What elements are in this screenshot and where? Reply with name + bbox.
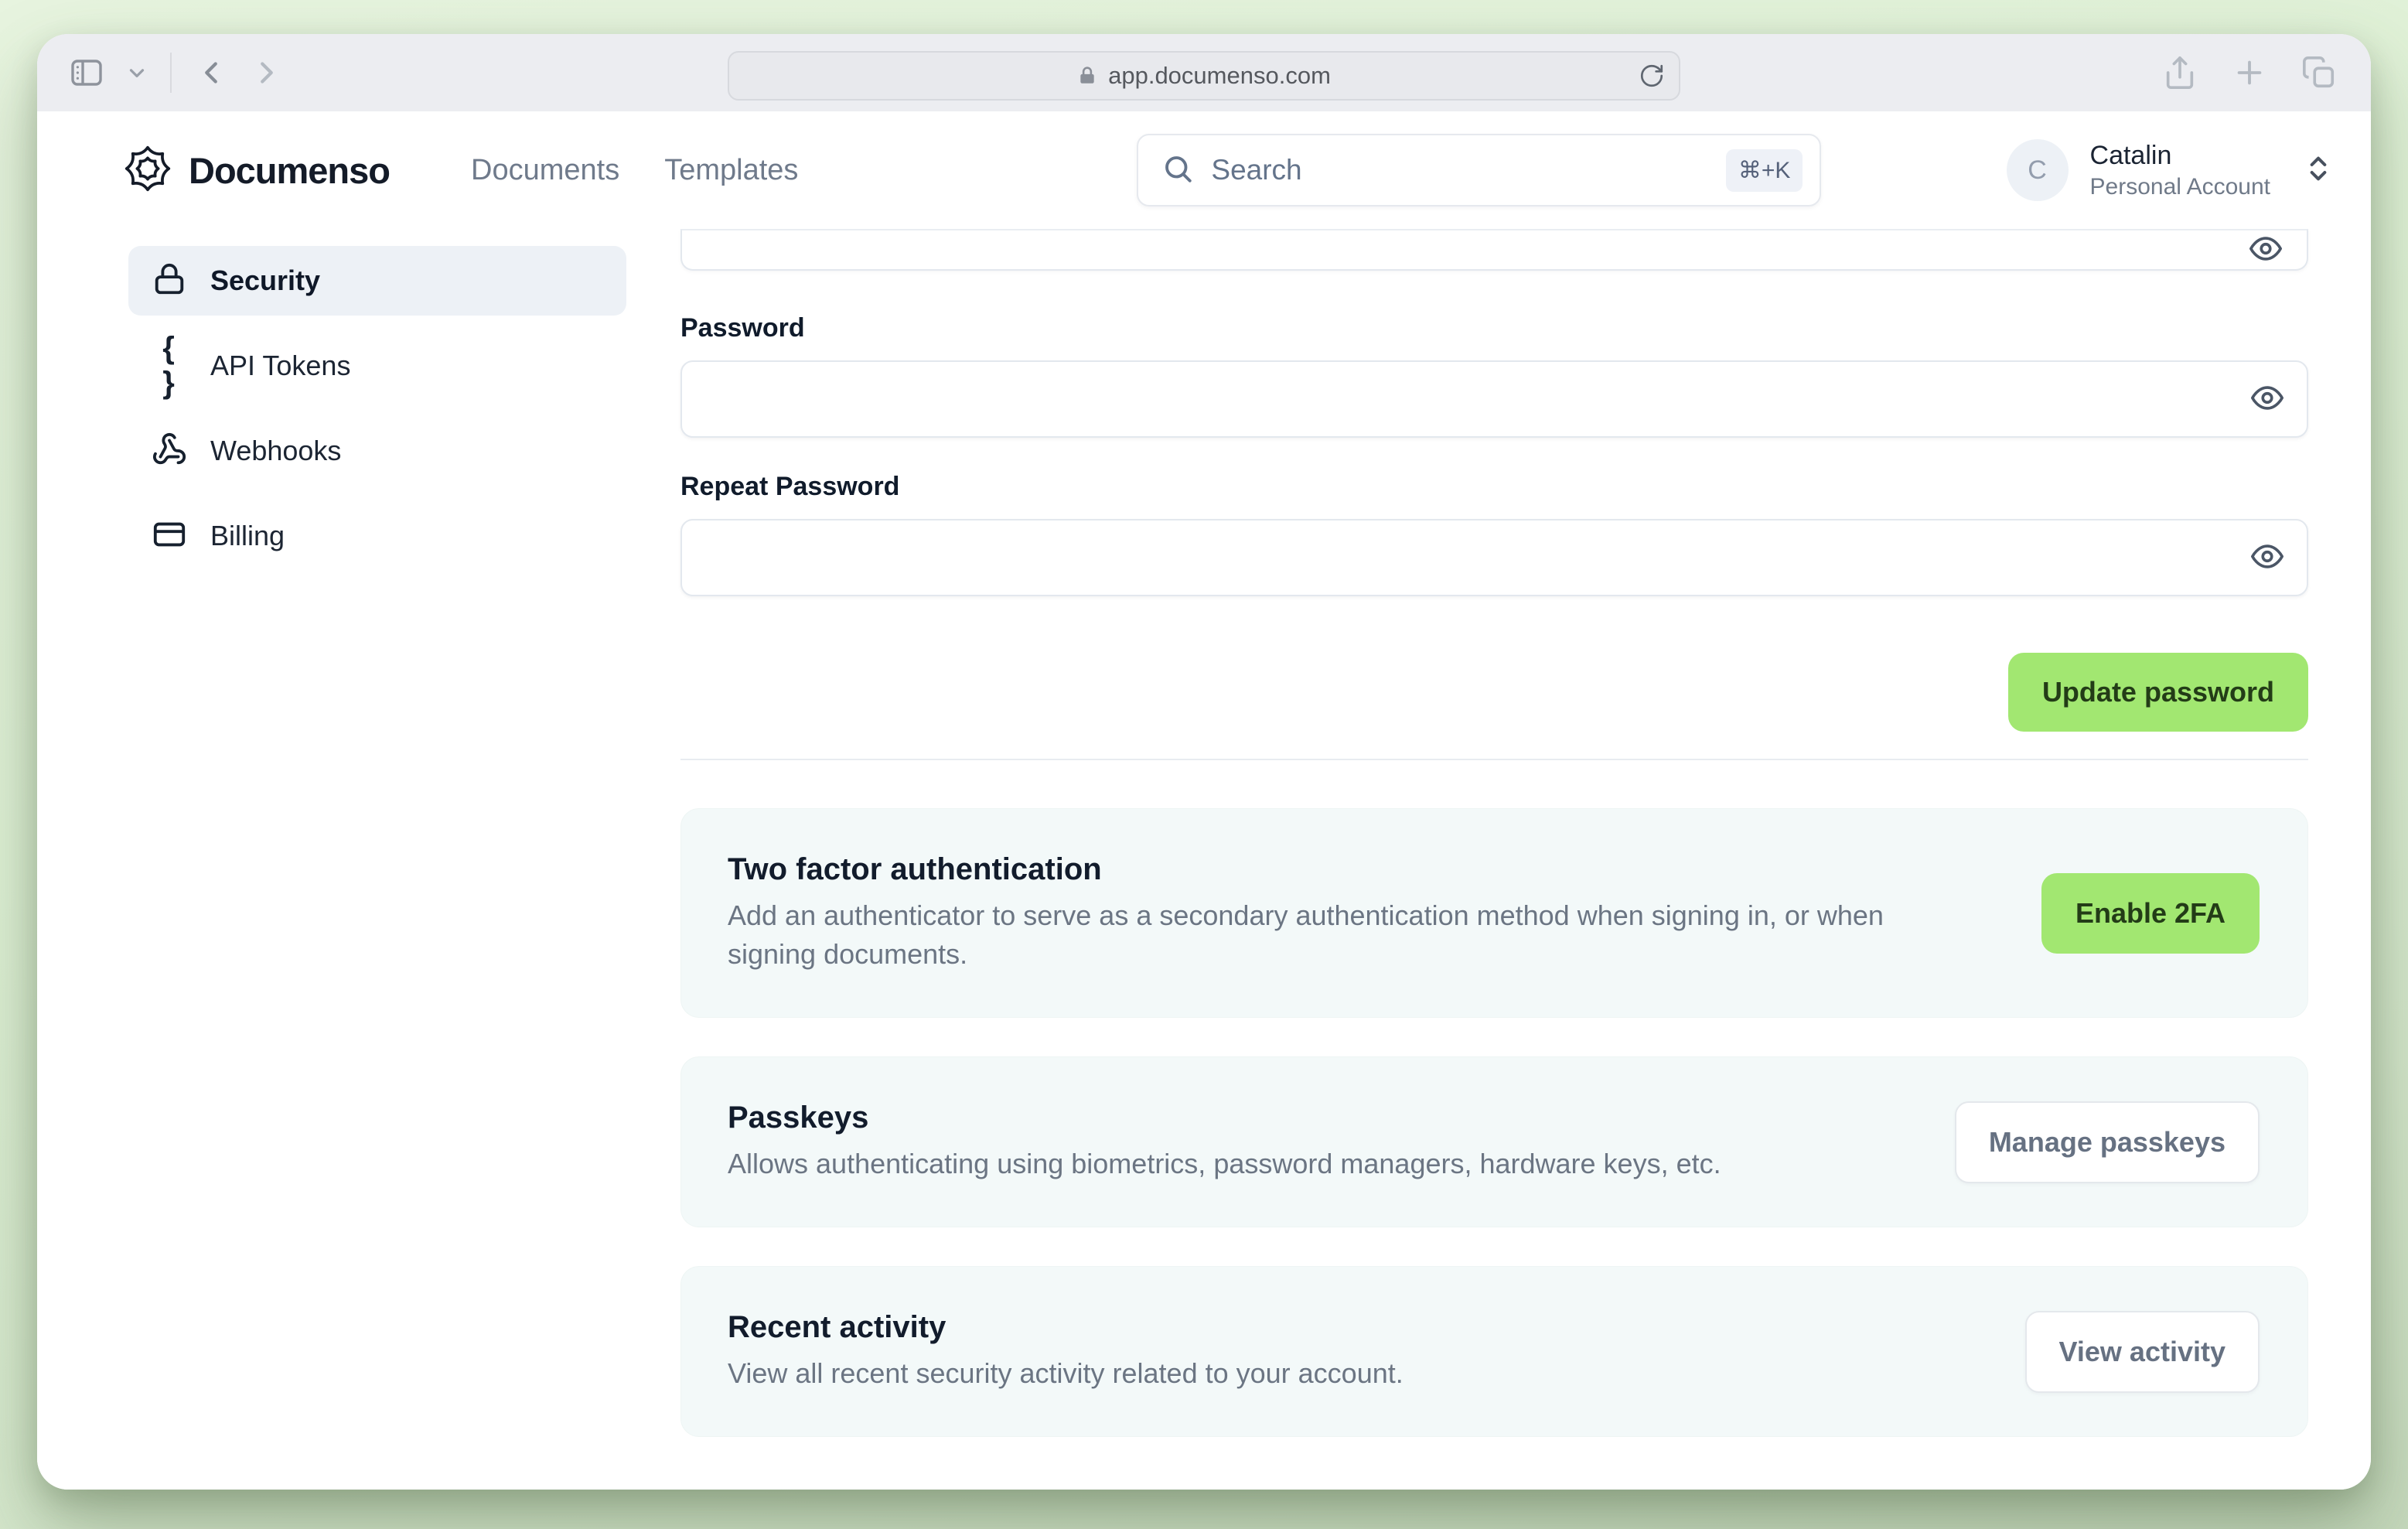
chevron-down-icon <box>125 61 148 84</box>
recent-activity-description: View all recent security activity relate… <box>728 1357 1404 1389</box>
share-button[interactable] <box>2162 55 2198 90</box>
browser-window: app.documenso.com Documenso Documents Te… <box>37 34 2371 1490</box>
browser-toolbar: app.documenso.com <box>37 34 2371 111</box>
tabs-icon <box>2301 55 2337 90</box>
panel-left-icon <box>68 54 105 91</box>
sidebar-item-api-tokens[interactable]: { } API Tokens <box>128 331 626 401</box>
search-placeholder: Search <box>1211 154 1302 186</box>
password-form-actions: Update password <box>680 653 2308 732</box>
braces-icon: { } <box>162 331 176 400</box>
two-factor-title: Two factor authentication <box>728 852 1102 886</box>
manage-passkeys-button[interactable]: Manage passkeys <box>1954 1101 2260 1183</box>
documenso-logo[interactable]: Documenso <box>124 145 391 196</box>
share-icon <box>2162 55 2198 90</box>
recent-activity-title: Recent activity <box>728 1310 946 1344</box>
search-shortcut-badge: ⌘+K <box>1725 148 1803 192</box>
sidebar-item-billing[interactable]: Billing <box>128 501 626 571</box>
webhook-icon <box>152 432 187 471</box>
sidebar-label-api-tokens: API Tokens <box>210 350 351 381</box>
search-icon <box>1161 152 1194 189</box>
eye-icon <box>2248 231 2284 269</box>
repeat-password-input[interactable] <box>680 519 2308 596</box>
tab-overview-button[interactable] <box>2301 55 2337 90</box>
account-name: Catalin <box>2089 140 2172 170</box>
sidebar-label-security: Security <box>210 265 321 296</box>
toggle-visibility-button[interactable] <box>2249 381 2285 418</box>
padlock-icon <box>1077 66 1097 86</box>
primary-nav: Documents Templates <box>471 154 798 187</box>
eye-icon <box>2249 381 2285 418</box>
sidebar-label-webhooks: Webhooks <box>210 435 342 466</box>
nav-templates[interactable]: Templates <box>664 154 798 187</box>
logo-wordmark: Documenso <box>189 149 391 191</box>
password-input[interactable] <box>680 360 2308 438</box>
toolbar-dropdown-button[interactable] <box>125 61 148 84</box>
new-tab-button[interactable] <box>2232 55 2267 90</box>
toolbar-divider <box>170 53 172 93</box>
two-factor-description: Add an authenticator to serve as a secon… <box>728 899 1884 970</box>
current-password-field-partial[interactable] <box>680 229 2308 271</box>
app-header: Documenso Documents Templates Search ⌘+K <box>37 111 2371 229</box>
passkeys-card: Passkeys Allows authenticating using bio… <box>680 1056 2308 1227</box>
account-type: Personal Account <box>2089 173 2270 200</box>
password-label: Password <box>680 313 805 343</box>
chevron-right-icon <box>249 55 285 90</box>
passkeys-description: Allows authenticating using biometrics, … <box>728 1148 1721 1179</box>
reload-icon <box>1639 63 1665 89</box>
settings-sidebar: Security { } API Tokens Webhooks Billing <box>128 229 626 1490</box>
nav-documents[interactable]: Documents <box>471 154 619 187</box>
sidebar-item-security[interactable]: Security <box>128 246 626 316</box>
toggle-visibility-button[interactable] <box>2248 231 2284 269</box>
passkeys-title: Passkeys <box>728 1101 869 1135</box>
sidebar-toggle-button[interactable] <box>68 54 105 91</box>
back-button[interactable] <box>193 55 229 90</box>
search-input[interactable]: Search ⌘+K <box>1137 134 1822 206</box>
reload-button[interactable] <box>1639 63 1665 89</box>
repeat-password-field-wrap <box>680 519 2308 596</box>
recent-activity-card: Recent activity View all recent security… <box>680 1266 2308 1437</box>
eye-icon <box>2249 539 2285 577</box>
settings-layout: Security { } API Tokens Webhooks Billing… <box>37 229 2371 1490</box>
plus-icon <box>2232 55 2267 90</box>
section-divider <box>680 759 2308 760</box>
update-password-button[interactable]: Update password <box>2007 653 2308 732</box>
lock-icon <box>152 261 187 301</box>
forward-button[interactable] <box>249 55 285 90</box>
view-activity-button[interactable]: View activity <box>2024 1310 2260 1393</box>
security-settings-content: Password Repeat Password Update password… <box>680 229 2308 1490</box>
toggle-visibility-button[interactable] <box>2249 539 2285 577</box>
two-factor-card: Two factor authentication Add an authent… <box>680 808 2308 1018</box>
password-field-wrap <box>680 360 2308 438</box>
repeat-password-label: Repeat Password <box>680 472 900 501</box>
app-page: Documenso Documents Templates Search ⌘+K <box>37 111 2371 1490</box>
chevrons-up-down-icon <box>2303 153 2334 188</box>
chevron-left-icon <box>193 55 229 90</box>
sidebar-item-webhooks[interactable]: Webhooks <box>128 416 626 486</box>
avatar: C <box>2006 139 2069 201</box>
address-url: app.documenso.com <box>1108 62 1331 89</box>
enable-2fa-button[interactable]: Enable 2FA <box>2041 872 2260 954</box>
address-bar[interactable]: app.documenso.com <box>728 51 1680 101</box>
credit-card-icon <box>152 517 187 556</box>
documenso-seal-icon <box>124 145 172 196</box>
account-menu[interactable]: C Catalin Personal Account <box>2006 139 2334 201</box>
desktop-background: app.documenso.com Documenso Documents Te… <box>0 0 2408 1529</box>
sidebar-label-billing: Billing <box>210 520 285 551</box>
